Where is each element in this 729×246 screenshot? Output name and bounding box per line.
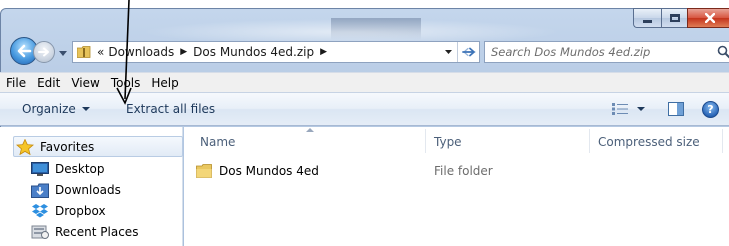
sidebar-item-recent-places[interactable]: Recent Places (31, 224, 138, 240)
sidebar-item-label: Favorites (40, 140, 95, 154)
column-header-name[interactable]: Name (200, 127, 235, 155)
dropbox-icon (31, 203, 49, 219)
crumb-downloads[interactable]: Downloads (108, 45, 174, 59)
menu-help[interactable]: Help (151, 76, 178, 90)
forward-arrow-icon (38, 47, 49, 57)
recent-places-icon (31, 224, 49, 240)
crumb-separator-icon[interactable]: ▶ (180, 47, 187, 57)
crumb-separator-icon[interactable]: ▶ (320, 47, 327, 57)
minimize-icon (643, 19, 652, 23)
sidebar-item-label: Dropbox (55, 204, 106, 218)
menu-file[interactable]: File (6, 76, 26, 90)
explorer-window: « Downloads ▶ Dos Mundos 4ed.zip ▶ Searc… (0, 0, 729, 246)
sidebar-item-label: Downloads (55, 183, 121, 197)
file-name: Dos Mundos 4ed (219, 164, 319, 178)
crumb-zip[interactable]: Dos Mundos 4ed.zip (193, 45, 314, 59)
column-header-compressed-size[interactable]: Compressed size (598, 127, 700, 155)
chevron-down-icon (444, 50, 452, 54)
folder-zip-icon (77, 46, 91, 58)
downloads-icon (31, 182, 49, 198)
minimize-button[interactable] (633, 8, 661, 28)
file-name-cell: Dos Mundos 4ed (196, 164, 319, 178)
refresh-icon (461, 47, 476, 57)
extract-all-files-button[interactable]: Extract all files (126, 102, 215, 116)
back-arrow-icon (17, 44, 32, 58)
sidebar-item-label: Desktop (55, 162, 105, 176)
help-icon[interactable]: ? (702, 101, 719, 118)
menu-bar: File Edit View Tools Help (0, 72, 729, 92)
column-header-type[interactable]: Type (434, 127, 462, 155)
column-divider[interactable] (722, 129, 723, 153)
column-divider[interactable] (425, 129, 426, 153)
file-list: Name Type Compressed size Dos Mundos 4ed… (184, 127, 729, 246)
desktop-icon (31, 161, 49, 177)
organize-button[interactable]: Organize (22, 102, 90, 116)
caption-buttons (633, 8, 729, 28)
chevron-down-icon (81, 107, 90, 111)
recent-pages-button[interactable] (58, 48, 68, 58)
sort-ascending-icon (306, 128, 314, 132)
change-view-button[interactable] (612, 103, 645, 115)
folder-icon (196, 164, 212, 178)
menu-tools[interactable]: Tools (111, 76, 141, 90)
view-details-icon (612, 103, 628, 115)
forward-button[interactable] (33, 41, 55, 63)
sidebar-item-desktop[interactable]: Desktop (31, 161, 105, 177)
sidebar-item-downloads[interactable]: Downloads (31, 182, 121, 198)
menu-edit[interactable]: Edit (37, 76, 60, 90)
sidebar-item-dropbox[interactable]: Dropbox (31, 203, 106, 219)
chevron-down-icon (59, 50, 67, 56)
star-icon (16, 139, 34, 155)
address-history-button[interactable] (441, 42, 455, 62)
preview-pane-icon[interactable] (668, 102, 684, 116)
menu-view[interactable]: View (71, 76, 99, 90)
sidebar-item-label: Recent Places (55, 225, 139, 239)
column-divider[interactable] (589, 129, 590, 153)
organize-label: Organize (22, 102, 76, 116)
refresh-button[interactable] (457, 42, 479, 62)
navigation-row: « Downloads ▶ Dos Mundos 4ed.zip ▶ (0, 34, 729, 68)
table-row[interactable]: Dos Mundos 4ed File folder (184, 162, 729, 182)
maximize-button[interactable] (661, 8, 687, 28)
search-box[interactable] (484, 41, 729, 63)
chevron-down-icon (637, 107, 645, 111)
search-icon[interactable] (717, 45, 729, 59)
navigation-pane: Favorites Desktop Downloads Dropbox Rece… (0, 127, 183, 246)
maximize-icon (669, 14, 680, 22)
search-input[interactable] (485, 45, 705, 59)
close-icon (705, 13, 715, 23)
close-button[interactable] (687, 8, 729, 28)
file-type: File folder (434, 164, 493, 178)
command-bar: Organize Extract all files ? (0, 92, 729, 126)
address-bar[interactable]: « Downloads ▶ Dos Mundos 4ed.zip ▶ (72, 41, 480, 63)
address-overflow[interactable]: « (97, 45, 104, 59)
sidebar-item-favorites[interactable]: Favorites (16, 139, 94, 155)
